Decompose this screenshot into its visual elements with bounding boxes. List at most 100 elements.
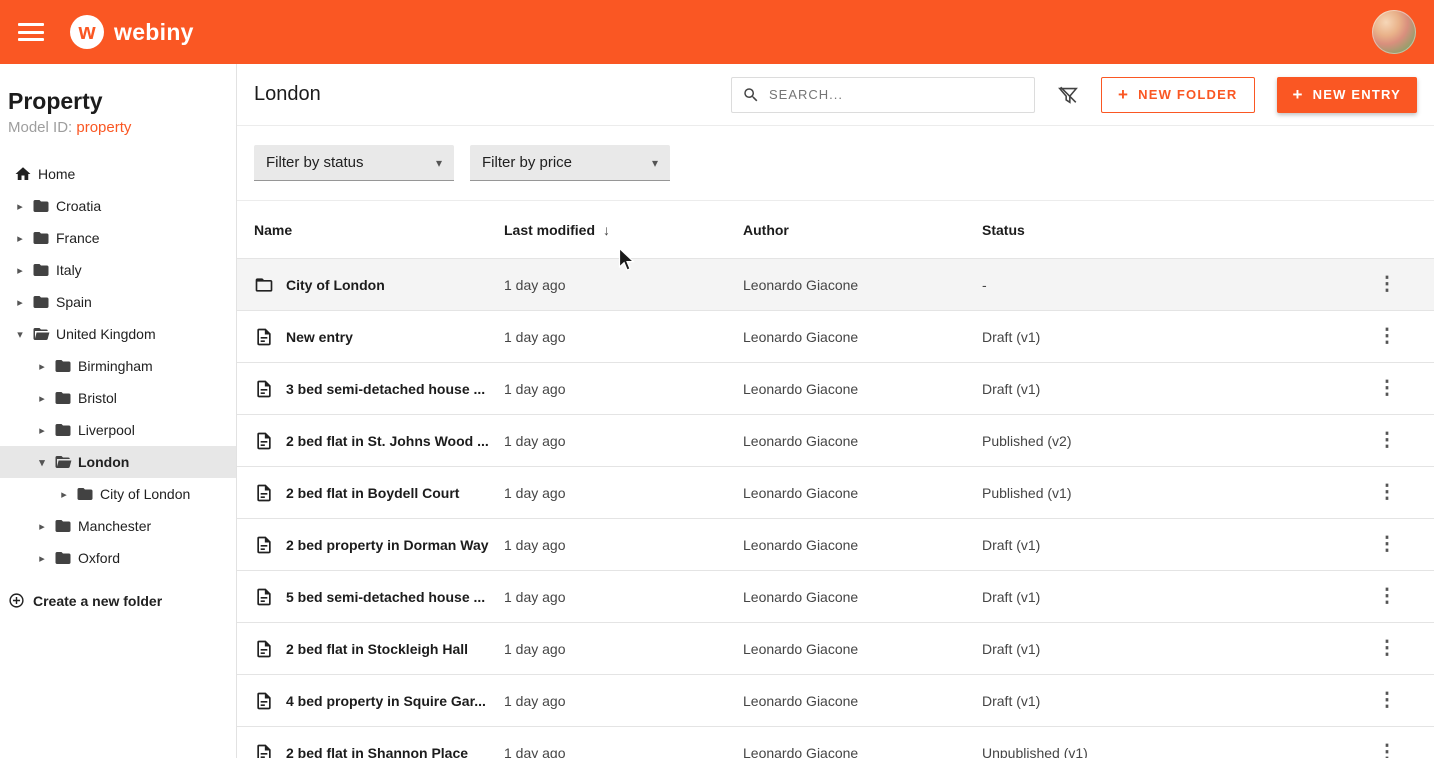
file-icon — [254, 639, 274, 659]
new-folder-button[interactable]: + NEW FOLDER — [1101, 77, 1255, 113]
chevron-icon[interactable]: ▸ — [58, 488, 70, 501]
entry-name: 5 bed semi-detached house ... — [286, 589, 485, 605]
page-layout: Property Model ID: property Home ▸ Croat… — [0, 64, 1434, 758]
table-row[interactable]: 2 bed flat in St. Johns Wood ... 1 day a… — [237, 415, 1434, 467]
entry-author: Leonardo Giacone — [743, 537, 982, 553]
filter-off-icon[interactable] — [1057, 84, 1079, 106]
row-menu-button[interactable]: ⋮ — [1370, 686, 1405, 715]
chevron-icon[interactable]: ▸ — [36, 520, 48, 533]
entry-name: 3 bed semi-detached house ... — [286, 381, 485, 397]
model-id-value[interactable]: property — [76, 119, 131, 136]
folder-tree-item-label: Croatia — [56, 198, 101, 214]
folder-icon — [54, 389, 72, 407]
row-menu-button[interactable]: ⋮ — [1370, 530, 1405, 559]
folder-tree-item[interactable]: ▸ Italy — [0, 254, 236, 286]
chevron-down-icon: ▾ — [436, 156, 442, 170]
table-row[interactable]: 4 bed property in Squire Gar... 1 day ag… — [237, 675, 1434, 727]
folder-tree-item[interactable]: ▸ Croatia — [0, 190, 236, 222]
folder-icon — [32, 261, 50, 279]
table-row[interactable]: 2 bed flat in Shannon Place 1 day ago Le… — [237, 727, 1434, 758]
chevron-icon[interactable]: ▸ — [14, 296, 26, 309]
chevron-icon[interactable]: ▸ — [36, 360, 48, 373]
chevron-icon[interactable]: ▾ — [14, 328, 26, 341]
sort-desc-icon[interactable]: ↓ — [603, 222, 610, 238]
menu-button[interactable] — [18, 23, 44, 41]
entry-status: Unpublished (v1) — [982, 745, 1357, 758]
chevron-icon[interactable]: ▸ — [14, 200, 26, 213]
row-menu-button[interactable]: ⋮ — [1370, 426, 1405, 455]
folder-tree-item[interactable]: ▸ France — [0, 222, 236, 254]
create-folder-button[interactable]: Create a new folder — [0, 592, 236, 609]
search-input[interactable] — [769, 87, 1024, 102]
entry-status: Published (v1) — [982, 485, 1357, 501]
entries-table: Name Last modified ↓ Author Status City … — [237, 201, 1434, 758]
folder-tree-item-label: Home — [38, 166, 75, 182]
entry-status: Draft (v1) — [982, 589, 1357, 605]
row-menu-button[interactable]: ⋮ — [1370, 478, 1405, 507]
row-menu-button[interactable]: ⋮ — [1370, 582, 1405, 611]
row-menu-button[interactable]: ⋮ — [1370, 634, 1405, 663]
chevron-icon[interactable]: ▸ — [36, 552, 48, 565]
table-row[interactable]: 5 bed semi-detached house ... 1 day ago … — [237, 571, 1434, 623]
entry-author: Leonardo Giacone — [743, 433, 982, 449]
row-menu-button[interactable]: ⋮ — [1370, 322, 1405, 351]
folder-tree-item-label: Oxford — [78, 550, 120, 566]
entry-author: Leonardo Giacone — [743, 485, 982, 501]
folder-tree-item[interactable]: ▸ Birmingham — [0, 350, 236, 382]
chevron-icon[interactable]: ▸ — [36, 424, 48, 437]
file-icon — [254, 327, 274, 347]
file-icon — [254, 431, 274, 451]
folder-tree: Home ▸ Croatia ▸ France ▸ Italy ▸ Spain … — [0, 158, 236, 574]
row-menu-button[interactable]: ⋮ — [1370, 738, 1405, 758]
folder-tree-item-label: Italy — [56, 262, 82, 278]
model-id: Model ID: property — [0, 115, 236, 146]
filter-by-status-select[interactable]: Filter by status ▾ — [254, 145, 454, 181]
webiny-logo[interactable]: w webiny — [70, 15, 194, 49]
table-row[interactable]: 2 bed flat in Stockleigh Hall 1 day ago … — [237, 623, 1434, 675]
entry-status: Draft (v1) — [982, 537, 1357, 553]
topbar: w webiny — [0, 0, 1434, 64]
entry-name: 2 bed flat in St. Johns Wood ... — [286, 433, 489, 449]
chevron-down-icon: ▾ — [652, 156, 658, 170]
column-header-name[interactable]: Name — [254, 222, 504, 238]
entry-author: Leonardo Giacone — [743, 589, 982, 605]
folder-icon — [54, 517, 72, 535]
folder-tree-item[interactable]: ▸ Liverpool — [0, 414, 236, 446]
folder-tree-item[interactable]: Home — [0, 158, 236, 190]
row-menu-button[interactable]: ⋮ — [1370, 270, 1405, 299]
folder-tree-item[interactable]: ▸ City of London — [0, 478, 236, 510]
column-header-modified[interactable]: Last modified ↓ — [504, 222, 743, 238]
folder-tree-item-label: Birmingham — [78, 358, 153, 374]
chevron-icon[interactable]: ▾ — [36, 456, 48, 469]
new-entry-label: NEW ENTRY — [1313, 87, 1401, 102]
filter-by-price-select[interactable]: Filter by price ▾ — [470, 145, 670, 181]
entry-name: 2 bed property in Dorman Way — [286, 537, 489, 553]
chevron-icon[interactable]: ▸ — [14, 264, 26, 277]
folder-tree-item[interactable]: ▸ Oxford — [0, 542, 236, 574]
table-row[interactable]: 3 bed semi-detached house ... 1 day ago … — [237, 363, 1434, 415]
entry-author: Leonardo Giacone — [743, 277, 982, 293]
new-entry-button[interactable]: + NEW ENTRY — [1277, 77, 1417, 113]
file-icon — [254, 743, 274, 758]
chevron-icon[interactable]: ▸ — [14, 232, 26, 245]
entry-name: City of London — [286, 277, 385, 293]
folder-open-icon — [54, 453, 72, 471]
table-row[interactable]: 2 bed property in Dorman Way 1 day ago L… — [237, 519, 1434, 571]
avatar[interactable] — [1372, 10, 1416, 54]
model-title: Property — [0, 88, 236, 115]
column-header-status[interactable]: Status — [982, 222, 1357, 238]
folder-tree-item-label: City of London — [100, 486, 190, 502]
chevron-icon[interactable]: ▸ — [36, 392, 48, 405]
folder-tree-item[interactable]: ▸ Manchester — [0, 510, 236, 542]
entry-author: Leonardo Giacone — [743, 745, 982, 758]
folder-tree-item[interactable]: ▸ Spain — [0, 286, 236, 318]
table-row[interactable]: City of London 1 day ago Leonardo Giacon… — [237, 259, 1434, 311]
table-row[interactable]: New entry 1 day ago Leonardo Giacone Dra… — [237, 311, 1434, 363]
entry-name: 2 bed flat in Stockleigh Hall — [286, 641, 468, 657]
column-header-author[interactable]: Author — [743, 222, 982, 238]
folder-tree-item[interactable]: ▾ London — [0, 446, 236, 478]
folder-tree-item[interactable]: ▸ Bristol — [0, 382, 236, 414]
row-menu-button[interactable]: ⋮ — [1370, 374, 1405, 403]
folder-tree-item[interactable]: ▾ United Kingdom — [0, 318, 236, 350]
table-row[interactable]: 2 bed flat in Boydell Court 1 day ago Le… — [237, 467, 1434, 519]
